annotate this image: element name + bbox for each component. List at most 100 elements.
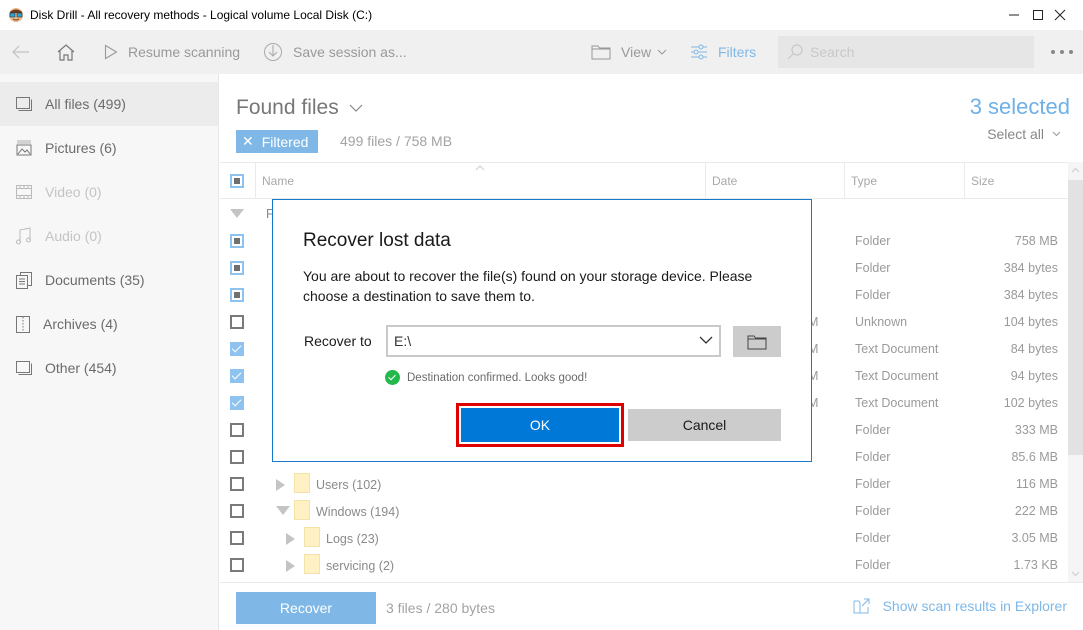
folder-icon: [294, 473, 310, 493]
destination-value: E:\: [394, 333, 412, 349]
browse-folder-button[interactable]: [733, 326, 781, 357]
row-name: Logs (23): [326, 532, 379, 546]
row-checkbox[interactable]: [230, 531, 244, 545]
recover-button[interactable]: Recover: [236, 592, 376, 624]
column-header-date[interactable]: Date: [705, 163, 844, 199]
select-all-checkbox-cell: [220, 163, 255, 199]
ok-button[interactable]: OK: [461, 408, 619, 442]
sidebar-item-video[interactable]: Video (0): [0, 170, 218, 214]
cancel-button[interactable]: Cancel: [628, 409, 781, 441]
found-files-dropdown[interactable]: Found files: [236, 96, 363, 120]
filtered-chip[interactable]: ✕ Filtered: [236, 130, 319, 153]
close-button[interactable]: [1037, 0, 1083, 30]
row-checkbox[interactable]: [230, 234, 244, 248]
vertical-scrollbar[interactable]: [1068, 162, 1083, 582]
row-type: Folder: [855, 288, 891, 302]
destination-select[interactable]: E:\: [386, 325, 721, 357]
select-all-dropdown[interactable]: Select all: [987, 126, 1061, 142]
scroll-up-icon[interactable]: [1071, 167, 1080, 173]
row-type: Text Document: [855, 396, 939, 410]
archives-icon: [16, 315, 30, 333]
select-all-checkbox[interactable]: [230, 174, 244, 188]
sidebar-item-label: Pictures (6): [45, 140, 117, 156]
column-header-type[interactable]: Type: [844, 163, 964, 199]
scroll-down-icon[interactable]: [1071, 571, 1080, 577]
sidebar-item-documents[interactable]: Documents (35): [0, 258, 218, 302]
close-icon: [1054, 9, 1066, 21]
filters-button[interactable]: Filters: [690, 30, 756, 74]
row-checkbox[interactable]: [230, 261, 244, 275]
row-name: Users (102): [316, 478, 382, 492]
sidebar-item-label: Audio (0): [45, 228, 102, 244]
search-placeholder: Search: [810, 44, 855, 60]
home-icon: [57, 44, 75, 61]
show-in-explorer-link[interactable]: Show scan results in Explorer: [853, 598, 1067, 614]
view-label: View: [621, 44, 652, 60]
row-size: 84 bytes: [1010, 342, 1058, 356]
filter-summary: 499 files / 758 MB: [340, 133, 453, 149]
collapse-icon[interactable]: [230, 209, 244, 218]
row-name: servicing (2): [326, 559, 395, 573]
expand-icon[interactable]: [276, 479, 285, 491]
row-size: 333 MB: [1014, 423, 1058, 437]
sidebar-item-archives[interactable]: Archives (4): [0, 302, 218, 346]
row-type: Text Document: [855, 342, 939, 356]
row-type: Folder: [855, 558, 891, 572]
title-bar: Disk Drill - All recovery methods - Logi…: [0, 0, 1083, 30]
recover-dialog: Recover lost data You are about to recov…: [272, 199, 812, 462]
collapse-icon[interactable]: [276, 506, 290, 515]
resume-scanning-button[interactable]: Resume scanning: [104, 30, 240, 74]
column-header-label: Type: [851, 174, 878, 188]
sidebar: All files (499) Pictures (6) Video (0) A…: [0, 74, 219, 630]
row-checkbox[interactable]: [230, 342, 244, 356]
sidebar-item-pictures[interactable]: Pictures (6): [0, 126, 218, 170]
row-checkbox[interactable]: [230, 396, 244, 410]
row-size: 85.6 MB: [1011, 450, 1058, 464]
row-checkbox[interactable]: [230, 504, 244, 518]
view-dropdown[interactable]: View: [591, 30, 667, 74]
show-in-explorer-label: Show scan results in Explorer: [882, 598, 1067, 614]
table-row[interactable]: Logs (23) Folder 3.05 MB: [220, 525, 1068, 552]
scrollbar-thumb[interactable]: [1068, 180, 1083, 455]
expand-icon[interactable]: [286, 560, 295, 572]
sidebar-item-label: All files (499): [45, 96, 126, 112]
row-name-cell: servicing (2): [304, 554, 395, 574]
expand-icon[interactable]: [286, 533, 295, 545]
search-input[interactable]: Search: [778, 36, 1034, 68]
back-button[interactable]: [12, 30, 40, 74]
column-header-size[interactable]: Size: [964, 163, 1068, 199]
chevron-down-icon: [1052, 131, 1061, 137]
close-icon[interactable]: ✕: [242, 133, 254, 150]
folder-icon: [294, 500, 310, 520]
row-checkbox[interactable]: [230, 288, 244, 302]
row-size: 104 bytes: [1003, 315, 1058, 329]
row-size: 102 bytes: [1003, 396, 1058, 410]
folder-icon: [591, 45, 611, 60]
chevron-down-icon: [349, 104, 363, 112]
external-link-icon: [853, 598, 870, 614]
table-row[interactable]: Users (102) Folder 116 MB: [220, 471, 1068, 498]
row-checkbox[interactable]: [230, 369, 244, 383]
sidebar-item-all-files[interactable]: All files (499): [0, 82, 218, 126]
home-button[interactable]: [56, 30, 86, 74]
row-size: 758 MB: [1014, 234, 1058, 248]
save-session-button[interactable]: Save session as...: [263, 30, 407, 74]
selected-count: 3 selected: [969, 94, 1070, 119]
table-row[interactable]: Windows (194) Folder 222 MB: [220, 498, 1068, 525]
download-icon: [264, 43, 282, 61]
row-checkbox[interactable]: [230, 558, 244, 572]
all-files-icon: [16, 97, 32, 111]
row-checkbox[interactable]: [230, 423, 244, 437]
filters-label: Filters: [718, 44, 757, 60]
row-checkbox[interactable]: [230, 477, 244, 491]
more-options-button[interactable]: [1050, 30, 1083, 74]
sidebar-item-other[interactable]: Other (454): [0, 346, 218, 390]
documents-icon: [16, 271, 32, 289]
row-checkbox[interactable]: [230, 450, 244, 464]
sidebar-item-audio[interactable]: Audio (0): [0, 214, 218, 258]
row-checkbox[interactable]: [230, 315, 244, 329]
sidebar-item-label: Archives (4): [43, 316, 118, 332]
table-header: Name Date Type Size: [220, 162, 1068, 199]
row-type: Unknown: [855, 315, 908, 329]
table-row[interactable]: servicing (2) Folder 1.73 KB: [220, 552, 1068, 579]
